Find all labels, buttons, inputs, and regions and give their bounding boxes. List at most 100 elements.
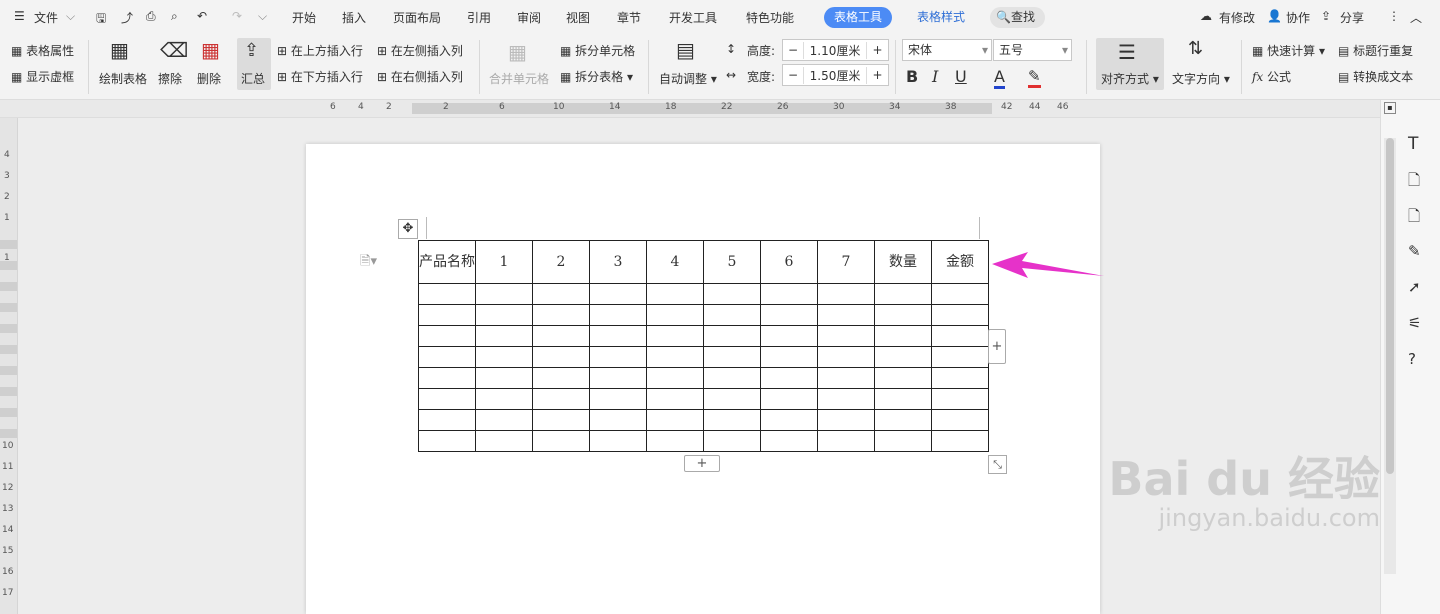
resize-table-icon[interactable]: ⤡ — [988, 455, 1007, 474]
font-size-select[interactable]: 五号 ▾ — [993, 39, 1072, 61]
table-cell[interactable] — [760, 409, 818, 431]
table-cell[interactable] — [817, 430, 875, 452]
table-cell[interactable] — [703, 325, 761, 347]
tab-insert[interactable]: 插入 — [342, 9, 366, 26]
erase-button[interactable]: 擦除 — [158, 70, 182, 87]
table-cell[interactable] — [760, 283, 818, 305]
table-cell[interactable] — [475, 325, 533, 347]
table-cell[interactable] — [532, 325, 590, 347]
table-cell[interactable] — [475, 388, 533, 410]
horizontal-ruler[interactable]: 6 4 2 2 6 10 14 18 22 26 30 34 38 42 44 … — [0, 100, 1380, 118]
table-cell[interactable] — [475, 304, 533, 326]
redo-icon[interactable]: ↷ — [232, 9, 242, 23]
bold-icon[interactable]: B — [906, 67, 918, 86]
collapse-ribbon-icon[interactable]: ︿ — [1410, 9, 1422, 26]
ruler-toggle-icon[interactable]: ▪ — [1384, 102, 1396, 114]
table-cell[interactable] — [760, 346, 818, 368]
delete-button[interactable]: 删除 — [197, 70, 221, 87]
table-cell[interactable] — [589, 409, 647, 431]
convert-to-text-button[interactable]: ▤ 转换成文本 — [1338, 68, 1413, 85]
table-cell[interactable] — [874, 409, 932, 431]
table-cell[interactable] — [931, 388, 989, 410]
text-format-icon[interactable]: T — [1408, 134, 1428, 154]
table-cell[interactable] — [646, 409, 704, 431]
width-stepper[interactable]: − 1.50厘米 + — [782, 64, 889, 86]
help-icon[interactable]: ? — [1408, 350, 1428, 370]
highlight-icon[interactable]: ✎ — [1028, 67, 1041, 88]
table-cell[interactable] — [418, 346, 476, 368]
table-cell[interactable] — [817, 304, 875, 326]
split-cells-button[interactable]: ▦ 拆分单元格 — [560, 42, 635, 59]
underline-icon[interactable]: U — [955, 67, 967, 86]
table-cell[interactable] — [589, 304, 647, 326]
scrollbar-track[interactable] — [1384, 138, 1396, 574]
font-name-select[interactable]: 宋体 ▾ — [902, 39, 992, 61]
font-color-icon[interactable]: A — [994, 67, 1005, 89]
document-search-icon[interactable]: 🗋 — [1408, 170, 1428, 190]
table-cell[interactable] — [817, 283, 875, 305]
tab-page-layout[interactable]: 页面布局 — [393, 9, 441, 26]
header-cell-product-name[interactable]: 产品名称 — [418, 240, 476, 284]
text-direction-icon[interactable]: ⇅ — [1188, 38, 1203, 59]
table-cell[interactable] — [418, 325, 476, 347]
document-settings-icon[interactable]: 🗋 — [1408, 206, 1428, 226]
table-cell[interactable] — [475, 283, 533, 305]
auto-fit-button[interactable]: 自动调整 ▾ — [659, 70, 717, 87]
table-cell[interactable] — [703, 304, 761, 326]
file-menu[interactable]: 文件 — [34, 9, 58, 26]
quick-calc-button[interactable]: ▦ 快速计算 ▾ — [1252, 42, 1325, 59]
table-cell[interactable] — [817, 325, 875, 347]
header-cell-7[interactable]: 7 — [817, 240, 875, 284]
tab-table-tools[interactable]: 表格工具 — [824, 7, 893, 28]
collaborate-button[interactable]: 协作 — [1286, 9, 1310, 26]
table-cell[interactable] — [817, 388, 875, 410]
table-cell[interactable] — [646, 367, 704, 389]
table-cell[interactable] — [646, 304, 704, 326]
show-grid-button[interactable]: ▦ 显示虚框 — [11, 68, 74, 85]
add-row-button[interactable]: + — [684, 455, 720, 472]
tab-chapter[interactable]: 章节 — [617, 9, 641, 26]
header-cell-2[interactable]: 2 — [532, 240, 590, 284]
paragraph-options-icon[interactable]: 🗎▾ — [360, 252, 377, 274]
hamburger-icon[interactable]: ☰ — [14, 9, 25, 23]
table-cell[interactable] — [874, 388, 932, 410]
table-cell[interactable] — [532, 367, 590, 389]
table-cell[interactable] — [532, 430, 590, 452]
table-cell[interactable] — [760, 304, 818, 326]
table-cell[interactable] — [532, 283, 590, 305]
table-cell[interactable] — [646, 325, 704, 347]
cursor-icon[interactable]: ➚ — [1408, 278, 1428, 298]
table-cell[interactable] — [874, 325, 932, 347]
undo-icon[interactable]: ↶ — [197, 9, 207, 23]
table-cell[interactable] — [589, 325, 647, 347]
table-cell[interactable] — [931, 430, 989, 452]
chevron-down-icon[interactable]: ⌵ — [66, 9, 75, 24]
draw-table-button[interactable]: 绘制表格 — [99, 70, 147, 87]
table-cell[interactable] — [589, 430, 647, 452]
table-cell[interactable] — [703, 409, 761, 431]
pen-icon[interactable]: ✎ — [1408, 242, 1428, 262]
table-cell[interactable] — [817, 346, 875, 368]
share-button[interactable]: 分享 — [1340, 9, 1364, 26]
tab-table-style[interactable]: 表格样式 — [907, 7, 975, 28]
product-table[interactable]: 产品名称 1 2 3 4 5 6 7 数量 金额 — [418, 240, 989, 452]
table-cell[interactable] — [931, 409, 989, 431]
header-cell-6[interactable]: 6 — [760, 240, 818, 284]
table-cell[interactable] — [874, 430, 932, 452]
table-cell[interactable] — [589, 346, 647, 368]
table-cell[interactable] — [760, 388, 818, 410]
search-button[interactable]: 🔍查找 — [990, 7, 1045, 28]
table-cell[interactable] — [418, 367, 476, 389]
italic-icon[interactable]: I — [932, 67, 938, 86]
more-icon[interactable]: ⋮ — [1388, 9, 1400, 23]
summary-button[interactable]: ⇪ 汇总 — [237, 38, 271, 90]
table-cell[interactable] — [475, 346, 533, 368]
table-cell[interactable] — [931, 325, 989, 347]
print-icon[interactable]: ⎙ — [146, 9, 156, 24]
header-cell-5[interactable]: 5 — [703, 240, 761, 284]
table-props-button[interactable]: ▦ 表格属性 — [11, 42, 74, 59]
table-cell[interactable] — [475, 367, 533, 389]
height-stepper[interactable]: − 1.10厘米 + — [782, 39, 889, 61]
table-cell[interactable] — [760, 367, 818, 389]
height-plus-button[interactable]: + — [867, 43, 888, 57]
